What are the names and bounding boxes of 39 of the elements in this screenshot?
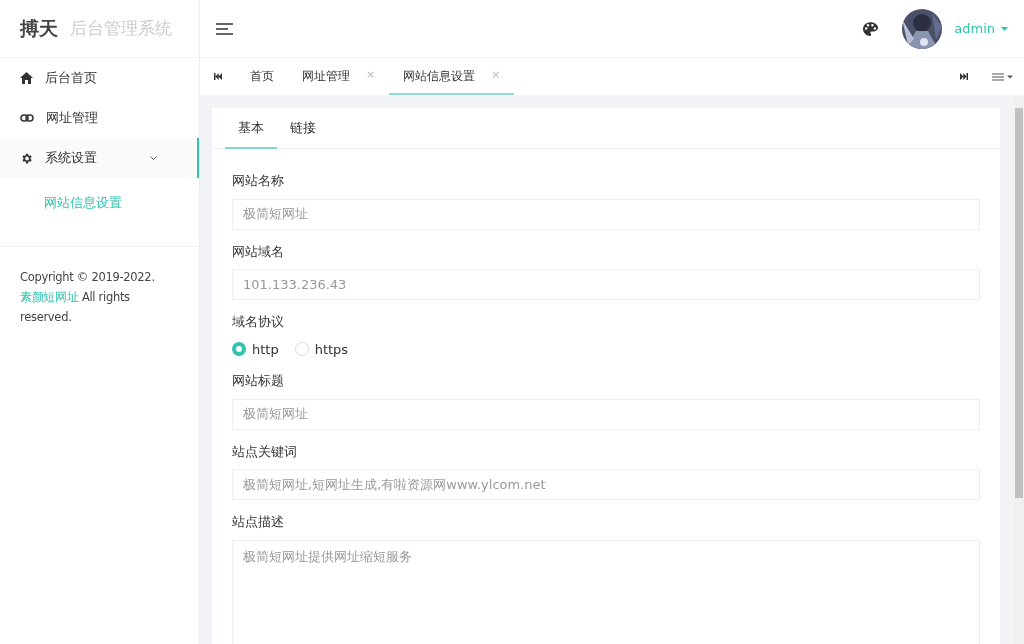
input-field[interactable]: 极简短网址 (232, 198, 980, 230)
brand-name: 搏天 (20, 16, 58, 42)
radio-button[interactable] (294, 342, 309, 357)
sidebar-item[interactable]: 后台首页 (0, 58, 199, 98)
radio-label: https (314, 340, 349, 359)
page-tab[interactable]: 网址管理 × (288, 58, 390, 95)
close-icon[interactable]: × (491, 67, 501, 84)
sidebar-subitem[interactable]: 网站信息设置 (0, 183, 199, 223)
form-tab[interactable]: 基本 (225, 108, 277, 149)
text-area[interactable]: 极简短网址提供网址缩短服务 (232, 539, 980, 644)
copyright-text: Copyright © 2019-2022. 素颜短网址 All rights reserved. (20, 269, 156, 326)
input-field[interactable]: 极简短网址,短网址生成,有啦资源网www.ylcom.net (232, 469, 980, 500)
field-label: 网站标题 (232, 372, 284, 390)
field-label: 网站名称 (232, 172, 284, 190)
home-icon (20, 72, 33, 84)
list-menu-icon[interactable] (992, 72, 1014, 81)
input-field[interactable]: 极简短网址 (232, 398, 980, 430)
link-icon (20, 114, 34, 122)
palette-icon[interactable] (863, 21, 879, 36)
close-icon[interactable]: × (366, 67, 376, 84)
input-field[interactable]: 101.133.236.43 (232, 269, 980, 300)
menu-icon[interactable] (216, 22, 233, 35)
footer-link[interactable]: 素颜短网址 (20, 290, 79, 304)
field-label: 站点关键词 (232, 442, 297, 461)
form-tab[interactable]: 链接 (277, 108, 329, 149)
field-label: 站点描述 (232, 513, 284, 531)
scrollbar[interactable] (1014, 96, 1024, 644)
radio-button[interactable] (232, 342, 246, 357)
sidebar-item[interactable]: 系统设置 (0, 138, 199, 178)
sidebar-item[interactable]: 网址管理 (0, 98, 199, 138)
field-label: 网站域名 (232, 242, 284, 261)
page-tab[interactable]: 首页 (236, 58, 288, 95)
user-menu[interactable]: admin (954, 18, 1008, 39)
field-label: 域名协议 (232, 313, 284, 331)
skip-forward-icon[interactable] (960, 73, 968, 80)
radio-label: http (252, 340, 279, 359)
gear-icon (20, 151, 33, 165)
caret-icon (1001, 26, 1008, 31)
skip-back-icon[interactable] (214, 73, 222, 80)
